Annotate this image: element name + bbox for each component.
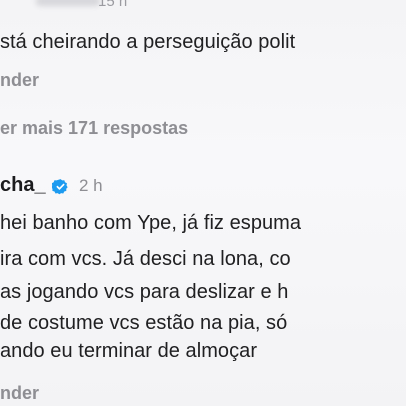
comment-text-line-2: ira com vcs. Já desci na lona, co: [0, 248, 291, 270]
redacted-username: [36, 0, 100, 6]
comment-username[interactable]: cha_: [0, 174, 46, 197]
view-more-replies-link[interactable]: er mais 171 respostas: [0, 118, 188, 139]
reply-button[interactable]: nder: [0, 70, 39, 91]
comment-timestamp: 2 h: [79, 176, 103, 195]
comment-thread: 15 h stá cheirando a perseguição polit n…: [0, 0, 406, 406]
comment-text-line-4: de costume vcs estão na pia, só: [0, 312, 288, 334]
verified-badge-icon: [52, 179, 68, 195]
comment-text-line-5: ando eu terminar de almoçar: [0, 340, 258, 362]
reply-button[interactable]: nder: [0, 383, 39, 404]
comment-text-line-1: hei banho com Ype, já fiz espuma: [0, 212, 302, 234]
comment-timestamp: 15 h: [98, 0, 128, 10]
comment-text-line-3: as jogando vcs para deslizar e h: [0, 281, 289, 303]
comment-text: stá cheirando a perseguição polit: [0, 31, 296, 53]
